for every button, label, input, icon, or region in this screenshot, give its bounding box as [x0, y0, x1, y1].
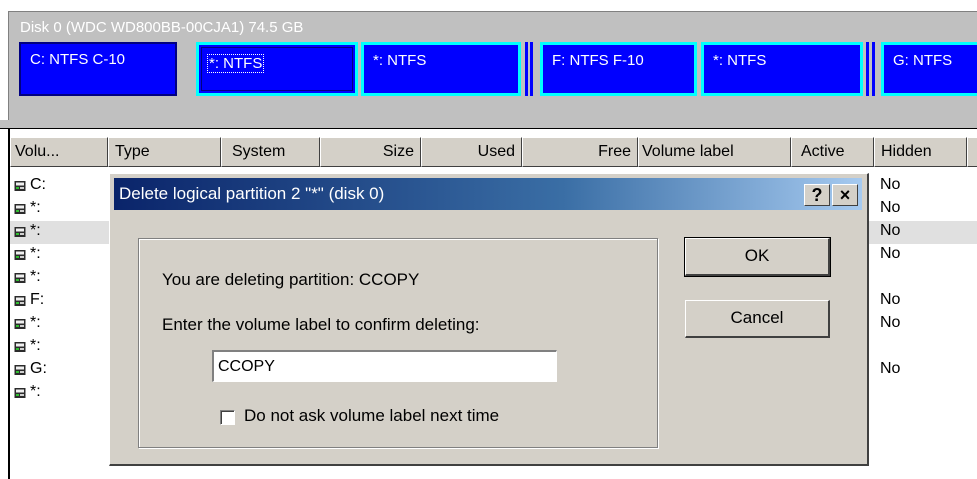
partition-selected[interactable]: *: NTFS	[196, 42, 358, 96]
help-icon: ?	[811, 185, 823, 205]
partition-unlabeled-2[interactable]: *: NTFS	[361, 42, 521, 96]
volume-disk-icon	[14, 294, 26, 306]
volume-disk-icon	[14, 225, 26, 237]
volume-label-input[interactable]	[212, 350, 557, 382]
volume-disk-icon	[14, 363, 26, 375]
dialog-title: Delete logical partition 2 "*" (disk 0)	[119, 184, 385, 203]
volume-cell: *:	[30, 268, 41, 285]
extended-partition-divider	[872, 42, 875, 96]
ok-button[interactable]: OK	[684, 237, 831, 277]
pane-splitter[interactable]	[0, 120, 977, 129]
dialog-titlebar[interactable]: Delete logical partition 2 "*" (disk 0) …	[114, 178, 862, 210]
column-header-overflow	[967, 137, 977, 167]
volume-cell: C:	[30, 176, 46, 193]
extended-partition-divider	[525, 42, 528, 96]
volume-disk-icon	[14, 317, 26, 329]
hidden-cell: No	[880, 222, 901, 239]
volume-cell: F:	[30, 291, 45, 308]
column-header-hidden[interactable]: Hidden	[874, 137, 967, 167]
help-button[interactable]: ?	[804, 184, 830, 206]
volume-cell: *:	[30, 199, 41, 216]
volume-cell: *:	[30, 245, 41, 262]
dont-ask-checkbox-label[interactable]: Do not ask volume label next time	[244, 406, 499, 426]
disk-map-panel: Disk 0 (WDC WD800BB-00CJA1) 74.5 GB C: N…	[8, 11, 977, 120]
volume-disk-icon	[14, 386, 26, 398]
hidden-cell: No	[880, 314, 901, 331]
volume-disk-icon	[14, 248, 26, 260]
column-header-system[interactable]: System	[221, 137, 320, 167]
dont-ask-checkbox[interactable]	[220, 410, 235, 425]
volume-cell: *:	[30, 314, 41, 331]
column-header-size[interactable]: Size	[320, 137, 421, 167]
extended-partition-divider	[530, 42, 533, 96]
volume-disk-icon	[14, 271, 26, 283]
column-header-volume[interactable]: Volu...	[10, 137, 108, 167]
delete-partition-dialog: Delete logical partition 2 "*" (disk 0) …	[109, 173, 869, 466]
volume-cell: *:	[30, 222, 41, 239]
partition-unlabeled-3[interactable]: *: NTFS	[701, 42, 863, 96]
column-header-type[interactable]: Type	[108, 137, 221, 167]
hidden-cell: No	[880, 291, 901, 308]
volume-cell: G:	[30, 360, 47, 377]
partition-label: G: NTFS	[893, 52, 953, 69]
column-header-used[interactable]: Used	[421, 137, 522, 167]
partition-g[interactable]: G: NTFS	[881, 42, 977, 96]
close-button[interactable]: ×	[832, 184, 858, 206]
deleting-partition-message: You are deleting partition: CCOPY	[162, 270, 420, 289]
partition-f[interactable]: F: NTFS F-10	[540, 42, 697, 96]
partition-label: *: NTFS	[713, 52, 767, 69]
hidden-cell: No	[880, 176, 901, 193]
column-header-active[interactable]: Active	[791, 137, 874, 167]
cancel-button[interactable]: Cancel	[685, 300, 830, 338]
extended-partition-divider	[866, 42, 869, 96]
confirm-prompt: Enter the volume label to confirm deleti…	[162, 315, 480, 334]
column-header-volume-label[interactable]: Volume label	[638, 137, 791, 167]
volume-disk-icon	[14, 340, 26, 352]
column-header-free[interactable]: Free	[522, 137, 638, 167]
disk-title: Disk 0 (WDC WD800BB-00CJA1) 74.5 GB	[20, 19, 304, 36]
volume-cell: *:	[30, 337, 41, 354]
close-icon: ×	[839, 185, 851, 205]
hidden-cell: No	[880, 199, 901, 216]
partition-c[interactable]: C: NTFS C-10	[19, 42, 177, 96]
volume-cell: *:	[30, 383, 41, 400]
partition-label: F: NTFS F-10	[552, 52, 644, 69]
partition-label: *: NTFS	[207, 54, 265, 73]
volume-disk-icon	[14, 202, 26, 214]
hidden-cell: No	[880, 360, 901, 377]
partition-label: C: NTFS C-10	[30, 51, 126, 68]
partition-label: *: NTFS	[373, 52, 427, 69]
volume-disk-icon	[14, 179, 26, 191]
hidden-cell: No	[880, 245, 901, 262]
